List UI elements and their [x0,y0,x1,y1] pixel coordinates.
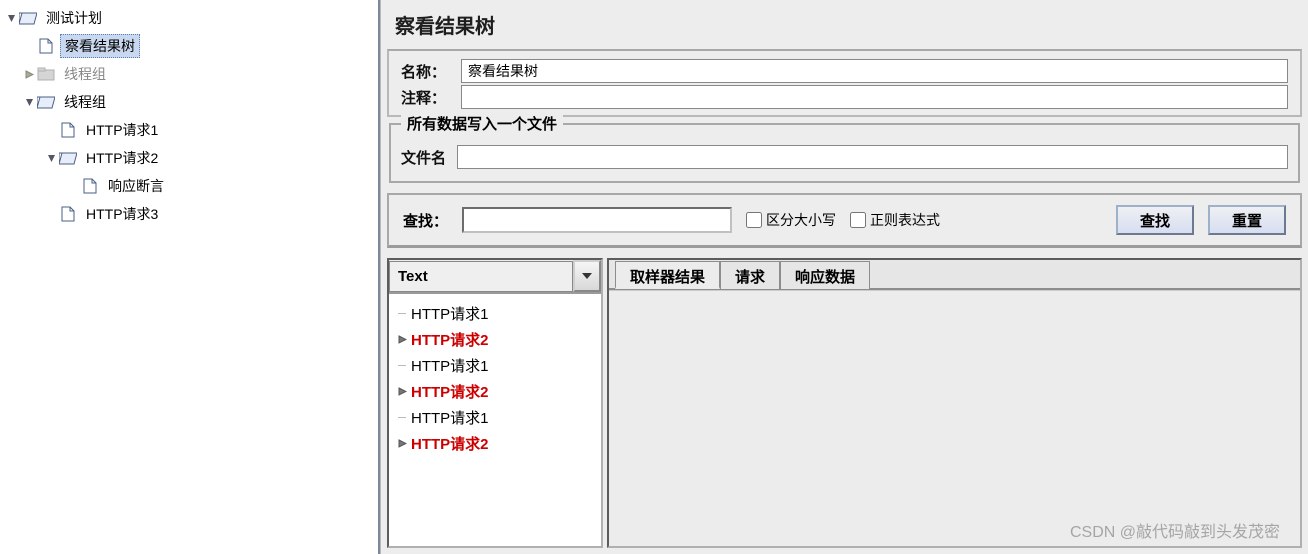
result-item[interactable]: HTTP请求1 [395,300,595,326]
tree-item-http1[interactable]: HTTP请求1 [2,116,378,144]
regex-checkbox[interactable]: 正则表达式 [850,210,940,230]
tree-threadgroup-label: 线程组 [60,91,110,113]
tree-leaf-icon [395,357,409,374]
tab-response[interactable]: 响应数据 [780,261,870,289]
renderer-dropdown[interactable]: Text [389,260,601,294]
tree-collapse-icon[interactable] [6,13,16,23]
document-icon [58,205,78,223]
result-item[interactable]: HTTP请求2 [395,430,595,456]
search-bar: 查找： 区分大小写 正则表达式 查找 重置 [387,193,1302,248]
write-file-fieldset: 所有数据写入一个文件 文件名 [389,123,1300,183]
tree-root[interactable]: 测试计划 [2,4,378,32]
result-tabs: 取样器结果 请求 响应数据 [609,260,1300,290]
search-label: 查找： [403,210,448,231]
tree-http3-label: HTTP请求3 [82,203,162,225]
tree-root-label: 测试计划 [42,7,106,29]
result-item-label: HTTP请求1 [411,407,489,428]
case-sensitive-checkbox[interactable]: 区分大小写 [746,210,836,230]
tree-threadgroup[interactable]: 线程组 [2,88,378,116]
panel-title: 察看结果树 [381,0,1308,49]
document-icon [36,37,56,55]
tree-http1-label: HTTP请求1 [82,119,162,141]
filename-input[interactable] [457,145,1288,169]
name-input[interactable] [461,59,1288,83]
reset-button[interactable]: 重置 [1208,205,1286,235]
tree-collapse-icon[interactable] [46,153,56,163]
regex-label: 正则表达式 [870,210,940,230]
tree-item-results[interactable]: 察看结果树 [2,32,378,60]
results-right-pane: 取样器结果 请求 响应数据 [607,258,1302,548]
config-panel: 察看结果树 名称： 注释： 所有数据写入一个文件 文件名 查找： 区分大小写 正… [380,0,1308,554]
dropdown-label: Text [389,261,573,292]
name-label: 名称： [401,61,461,82]
chevron-down-icon[interactable] [573,260,601,292]
tree-expand-icon[interactable] [395,383,409,400]
tree-http2-label: HTTP请求2 [82,147,162,169]
results-area: Text HTTP请求1HTTP请求2HTTP请求1HTTP请求2HTTP请求1… [387,258,1302,548]
result-item-label: HTTP请求2 [411,329,489,350]
comment-label: 注释： [401,87,461,108]
folder-open-icon [36,93,56,111]
tree-assertion-label: 响应断言 [104,175,168,197]
tree-leaf-icon [395,305,409,322]
result-item-label: HTTP请求2 [411,433,489,454]
tree-disabled-label: 线程组 [60,63,110,85]
tree-item-http3[interactable]: HTTP请求3 [2,200,378,228]
tree-leaf-icon [395,409,409,426]
results-left-pane: Text HTTP请求1HTTP请求2HTTP请求1HTTP请求2HTTP请求1… [387,258,603,548]
filename-label: 文件名 [401,147,457,168]
tree-item-http2[interactable]: HTTP请求2 [2,144,378,172]
tree-expand-icon[interactable] [395,435,409,452]
result-item[interactable]: HTTP请求1 [395,352,595,378]
result-item-label: HTTP请求1 [411,355,489,376]
basic-fields: 名称： 注释： [387,49,1302,117]
tree-collapse-icon[interactable] [24,97,34,107]
case-label: 区分大小写 [766,210,836,230]
result-item[interactable]: HTTP请求2 [395,378,595,404]
tree-threadgroup-disabled[interactable]: 线程组 [2,60,378,88]
results-list: HTTP请求1 HTTP请求2 HTTP请求1 HTTP请求2 HTTP请求1 HTTP请… [389,294,601,546]
tab-request[interactable]: 请求 [720,261,780,289]
result-item-label: HTTP请求2 [411,381,489,402]
comment-input[interactable] [461,85,1288,109]
tree-expand-icon[interactable] [24,69,34,79]
tree-item-assertion[interactable]: 响应断言 [2,172,378,200]
tree-expand-icon[interactable] [395,331,409,348]
tab-content [609,290,1300,546]
result-item-label: HTTP请求1 [411,303,489,324]
tree-panel: 测试计划 察看结果树 线程组 线程组 HTTP请求1 [0,0,380,554]
folder-disabled-icon [36,65,56,83]
folder-open-icon [58,149,78,167]
document-icon [58,121,78,139]
folder-open-icon [18,9,38,27]
tree-selected-label: 察看结果树 [60,34,140,58]
fieldset-legend: 所有数据写入一个文件 [401,113,563,134]
search-input[interactable] [462,207,732,233]
find-button[interactable]: 查找 [1116,205,1194,235]
app-root: 测试计划 察看结果树 线程组 线程组 HTTP请求1 [0,0,1308,554]
document-icon [80,177,100,195]
result-item[interactable]: HTTP请求2 [395,326,595,352]
result-item[interactable]: HTTP请求1 [395,404,595,430]
tab-sampler[interactable]: 取样器结果 [615,261,720,289]
